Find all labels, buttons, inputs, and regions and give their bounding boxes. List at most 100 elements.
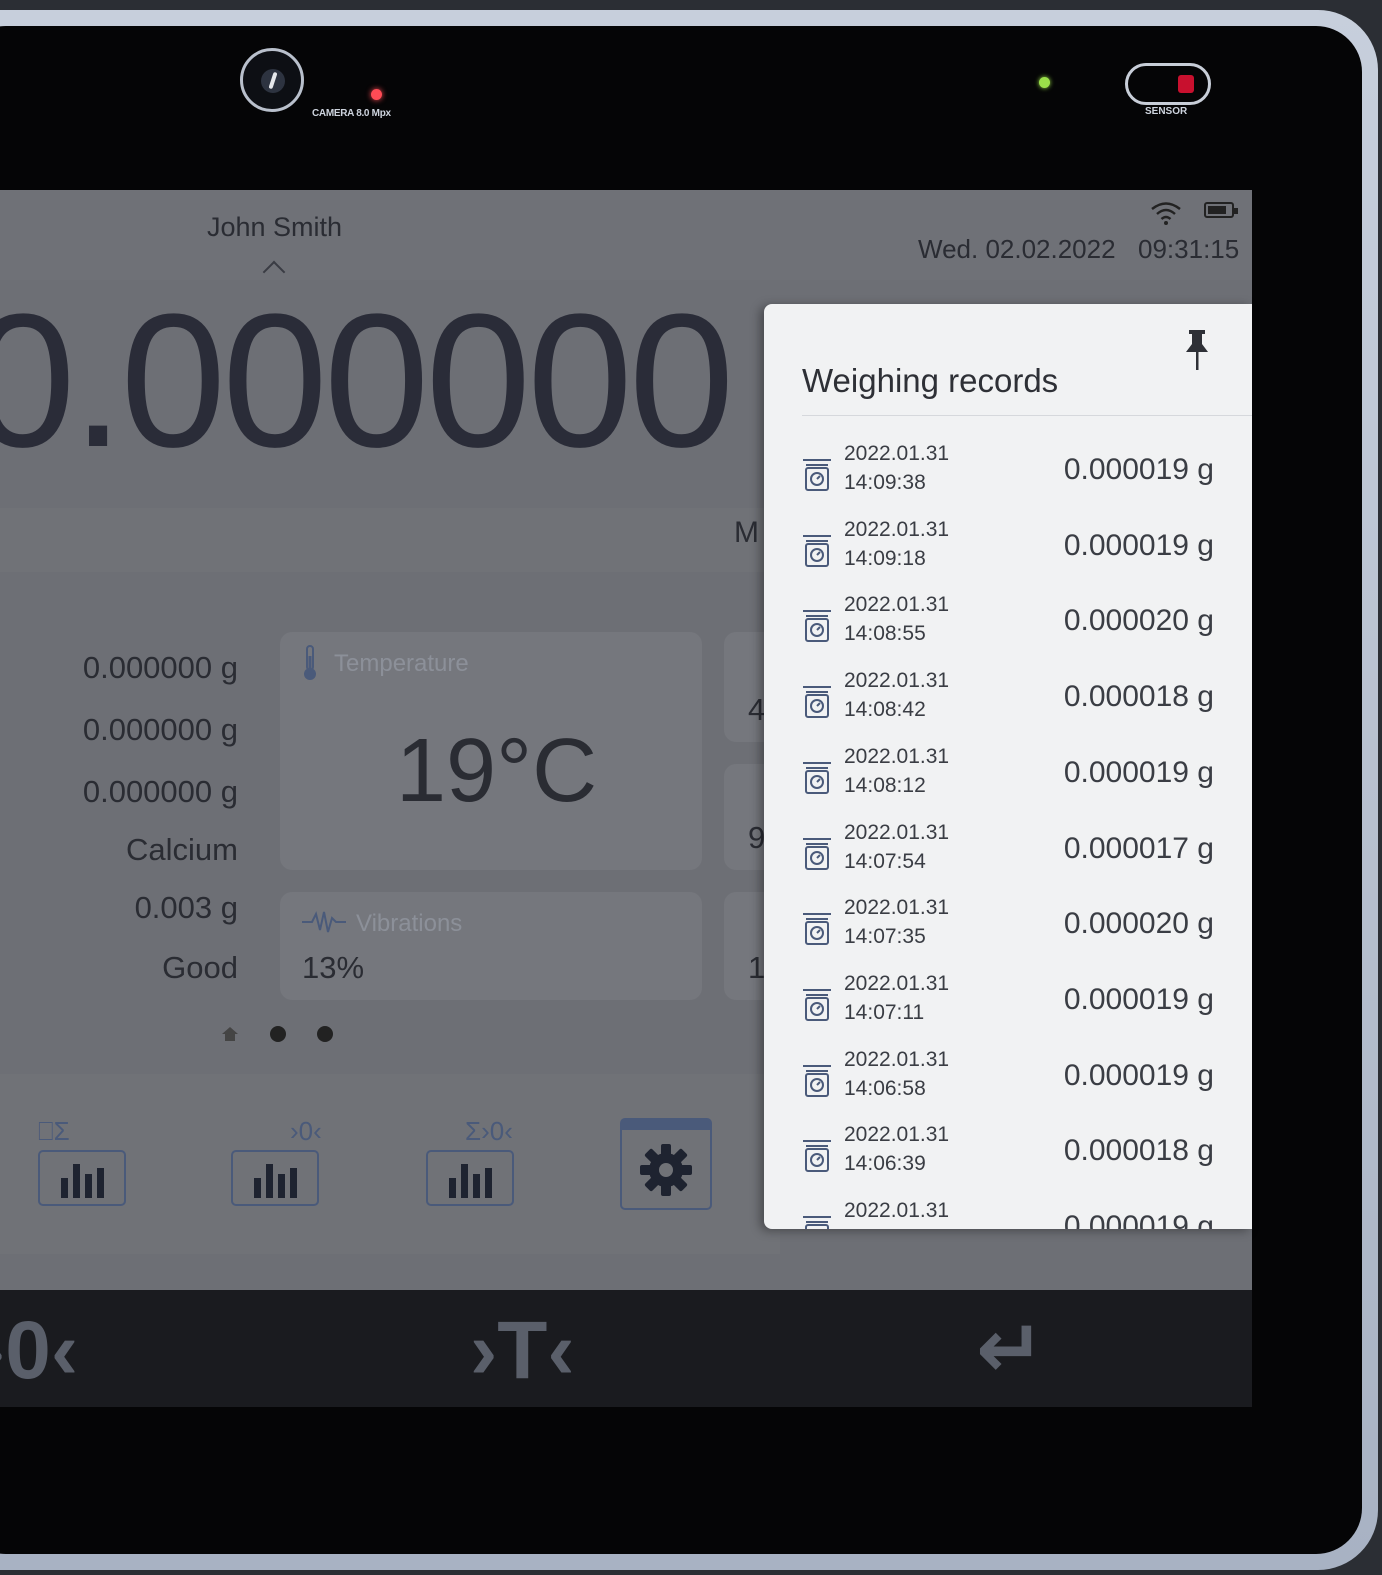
- scale-icon: [802, 683, 832, 724]
- temperature-value: 19°C: [396, 721, 598, 821]
- statistics-sum-button[interactable]: [38, 1150, 126, 1206]
- record-date: 2022.01.31: [844, 517, 950, 541]
- record-date: 2022.01.31: [844, 1123, 950, 1147]
- record-value: 0.000019 g: [1063, 1058, 1214, 1092]
- mode-label-fragment: M: [734, 516, 759, 549]
- humidity-value-fragment: 4: [748, 692, 766, 727]
- record-row[interactable]: 2022.01.31 14:08:42 0.000018 g: [764, 669, 1252, 745]
- record-time: 14:07:11: [844, 1000, 925, 1024]
- info-value-1: 0.000000 g: [82, 650, 238, 685]
- statistics-zero-button[interactable]: [231, 1150, 319, 1206]
- scale-icon: [802, 1137, 832, 1178]
- record-row[interactable]: 2022.01.31 14:07:11 0.000019 g: [764, 972, 1252, 1048]
- scale-icon: [802, 986, 832, 1027]
- info-product: Calcium: [126, 832, 238, 867]
- record-date: 2022.01.31: [844, 593, 950, 617]
- record-row[interactable]: 2022.01.31 14:08:55 0.000020 g: [764, 593, 1252, 669]
- record-time: 14:07:35: [844, 925, 926, 949]
- record-date: 2022.01.31: [844, 820, 950, 844]
- mode-strip: [0, 508, 780, 572]
- record-value: 0.000018 g: [1063, 680, 1214, 714]
- record-time: 14:06:58: [844, 1076, 926, 1100]
- page-dot-2[interactable]: [270, 1026, 286, 1042]
- scale-icon: [802, 532, 832, 573]
- pressure-value-fragment: 9: [748, 820, 766, 855]
- status-time: 09:31:15: [1138, 234, 1240, 264]
- pin-icon[interactable]: [1184, 328, 1210, 372]
- tare-key[interactable]: ›T‹: [470, 1304, 575, 1398]
- record-time: 14:09:38: [844, 471, 926, 494]
- record-row[interactable]: 2022.01.31 14:07:54 0.000017 g: [764, 821, 1252, 897]
- scale-icon: [802, 607, 832, 648]
- record-row[interactable]: 2022.01.31 14:07:35 0.000020 g: [764, 896, 1252, 972]
- record-value: 0.000019 g: [1063, 1210, 1214, 1229]
- sensor-label: SENSOR: [1145, 106, 1188, 117]
- top-status-bar: John Smith Wed. 02.02.2022 09:31:15: [0, 190, 1252, 284]
- record-value: 0.000019 g: [1063, 982, 1214, 1016]
- record-row[interactable]: 2022.01.31 14:06:58 0.000019 g: [764, 1048, 1252, 1124]
- bottom-key-bar: ›0‹ ›T‹ ↵: [0, 1290, 1252, 1407]
- zero-key[interactable]: ›0‹: [0, 1304, 78, 1398]
- record-value: 0.000019 g: [1063, 528, 1214, 562]
- record-date: 2022.01.31: [844, 1047, 950, 1071]
- camera-lens: [240, 48, 304, 112]
- scale-icon: [802, 910, 832, 951]
- enter-key[interactable]: ↵: [976, 1302, 1045, 1397]
- status-date: Wed. 02.02.2022: [918, 234, 1116, 264]
- record-time: 14:08:42: [844, 698, 926, 722]
- statistics-sum-zero-symbol: Σ›0‹: [465, 1116, 513, 1146]
- record-time: 14:09:18: [844, 546, 926, 570]
- record-date: 2022.01.31: [844, 971, 950, 995]
- scale-icon: [802, 456, 832, 497]
- info-status: Good: [162, 950, 238, 985]
- record-row[interactable]: 2022.01.31 14:09:38 0.000019 g: [764, 442, 1252, 518]
- red-led-indicator: [371, 89, 382, 100]
- sensor-dot: [1178, 75, 1194, 93]
- statistics-zero-symbol: ›0‹: [290, 1116, 322, 1146]
- camera-label: CAMERA 8.0 Mpx: [312, 108, 391, 119]
- camera-lens-icon: [261, 69, 285, 93]
- record-value: 0.000019 g: [1063, 453, 1214, 486]
- vibrations-label: Vibrations: [356, 910, 463, 937]
- record-time: 14:06:39: [844, 1152, 926, 1176]
- record-row[interactable]: 2022.01.31 0.000019 g: [764, 1199, 1252, 1229]
- record-value: 0.000017 g: [1063, 831, 1214, 865]
- info-value-4: 0.003 g: [134, 890, 238, 925]
- panel-divider: [802, 415, 1252, 416]
- gear-icon: [640, 1144, 692, 1196]
- main-weight-readout: 0.000000: [0, 275, 734, 487]
- record-date: 2022.01.31: [844, 442, 950, 465]
- statistics-sum-zero-button[interactable]: [426, 1150, 514, 1206]
- record-time: 14:07:54: [844, 849, 926, 873]
- record-time: 14:08:12: [844, 773, 926, 797]
- record-date: 2022.01.31: [844, 1199, 950, 1222]
- wifi-icon: [1151, 202, 1181, 225]
- scale-icon: [802, 759, 832, 800]
- page-dot-3[interactable]: [317, 1026, 333, 1042]
- record-date: 2022.01.31: [844, 744, 950, 768]
- user-name[interactable]: John Smith: [207, 212, 342, 243]
- vibrations-value: 13%: [302, 950, 365, 985]
- weighing-records-panel: Weighing records 2022.01.31 14:09:38 0.000…: [764, 304, 1252, 1229]
- record-time: 14:08:55: [844, 622, 926, 646]
- record-value: 0.000018 g: [1063, 1134, 1214, 1168]
- home-icon[interactable]: [221, 1026, 239, 1042]
- panel-title: Weighing records: [802, 362, 1059, 399]
- record-value: 0.000020 g: [1063, 907, 1214, 941]
- battery-icon: [1204, 202, 1238, 218]
- scale-icon: [802, 835, 832, 876]
- statistics-sum-symbol: ⎕Σ: [38, 1116, 70, 1146]
- temperature-label: Temperature: [334, 650, 469, 677]
- proximity-sensor: [1125, 63, 1211, 105]
- scale-icon: [802, 1213, 832, 1229]
- scale-icon: [802, 1062, 832, 1103]
- settings-button[interactable]: [620, 1118, 712, 1210]
- record-value: 0.000019 g: [1063, 755, 1214, 789]
- record-row[interactable]: 2022.01.31 14:09:18 0.000019 g: [764, 518, 1252, 594]
- record-row[interactable]: 2022.01.31 14:06:39 0.000018 g: [764, 1123, 1252, 1199]
- green-led-indicator: [1039, 77, 1050, 88]
- info-value-3: 0.000000 g: [82, 774, 238, 809]
- record-date: 2022.01.31: [844, 896, 950, 920]
- record-row[interactable]: 2022.01.31 14:08:12 0.000019 g: [764, 745, 1252, 821]
- airflow-value-fragment: 1: [748, 950, 766, 985]
